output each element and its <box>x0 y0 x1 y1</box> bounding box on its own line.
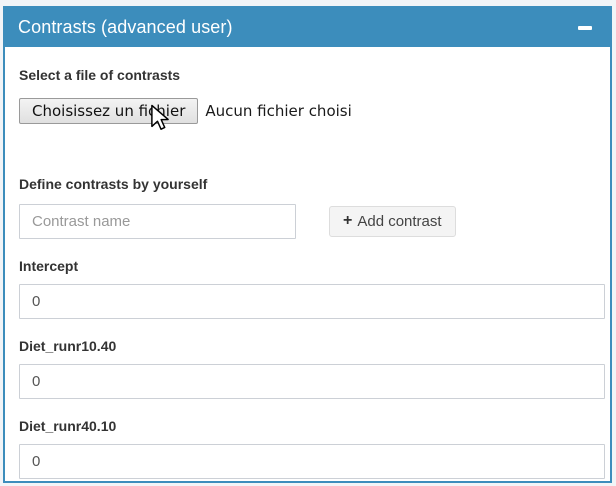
plus-icon: + <box>343 212 352 230</box>
diet-runr10-40-input[interactable] <box>19 364 605 399</box>
panel-body: Select a file of contrasts Choisissez un… <box>5 47 610 486</box>
file-input-label: Select a file of contrasts <box>19 67 600 83</box>
browse-file-button[interactable]: Choisissez un fichier <box>19 98 198 124</box>
collapse-button[interactable] <box>576 22 594 34</box>
diet-runr40-10-label: Diet_runr40.10 <box>19 418 600 434</box>
add-contrast-label: Add contrast <box>357 213 441 230</box>
minus-icon <box>578 26 592 30</box>
contrast-field-diet-runr40-10: Diet_runr40.10 <box>14 418 600 479</box>
intercept-label: Intercept <box>19 258 600 274</box>
contrasts-panel: Contrasts (advanced user) Select a file … <box>3 6 612 483</box>
panel-header: Contrasts (advanced user) <box>5 8 610 47</box>
file-input-group: Select a file of contrasts Choisissez un… <box>14 67 600 124</box>
file-input-row: Choisissez un fichier Aucun fichier choi… <box>19 98 600 124</box>
contrast-field-intercept: Intercept <box>14 258 600 319</box>
add-contrast-button[interactable]: + Add contrast <box>329 206 456 237</box>
panel-title: Contrasts (advanced user) <box>18 17 233 38</box>
diet-runr40-10-input[interactable] <box>19 444 605 479</box>
contrast-name-input[interactable] <box>19 204 296 239</box>
define-contrasts-row: + Add contrast <box>19 204 600 239</box>
define-contrasts-label: Define contrasts by yourself <box>19 176 600 192</box>
define-contrasts-group: Define contrasts by yourself + Add contr… <box>14 176 600 239</box>
diet-runr10-40-label: Diet_runr10.40 <box>19 338 600 354</box>
intercept-input[interactable] <box>19 284 605 319</box>
contrast-field-diet-runr10-40: Diet_runr10.40 <box>14 338 600 399</box>
file-status-text: Aucun fichier choisi <box>205 102 351 120</box>
